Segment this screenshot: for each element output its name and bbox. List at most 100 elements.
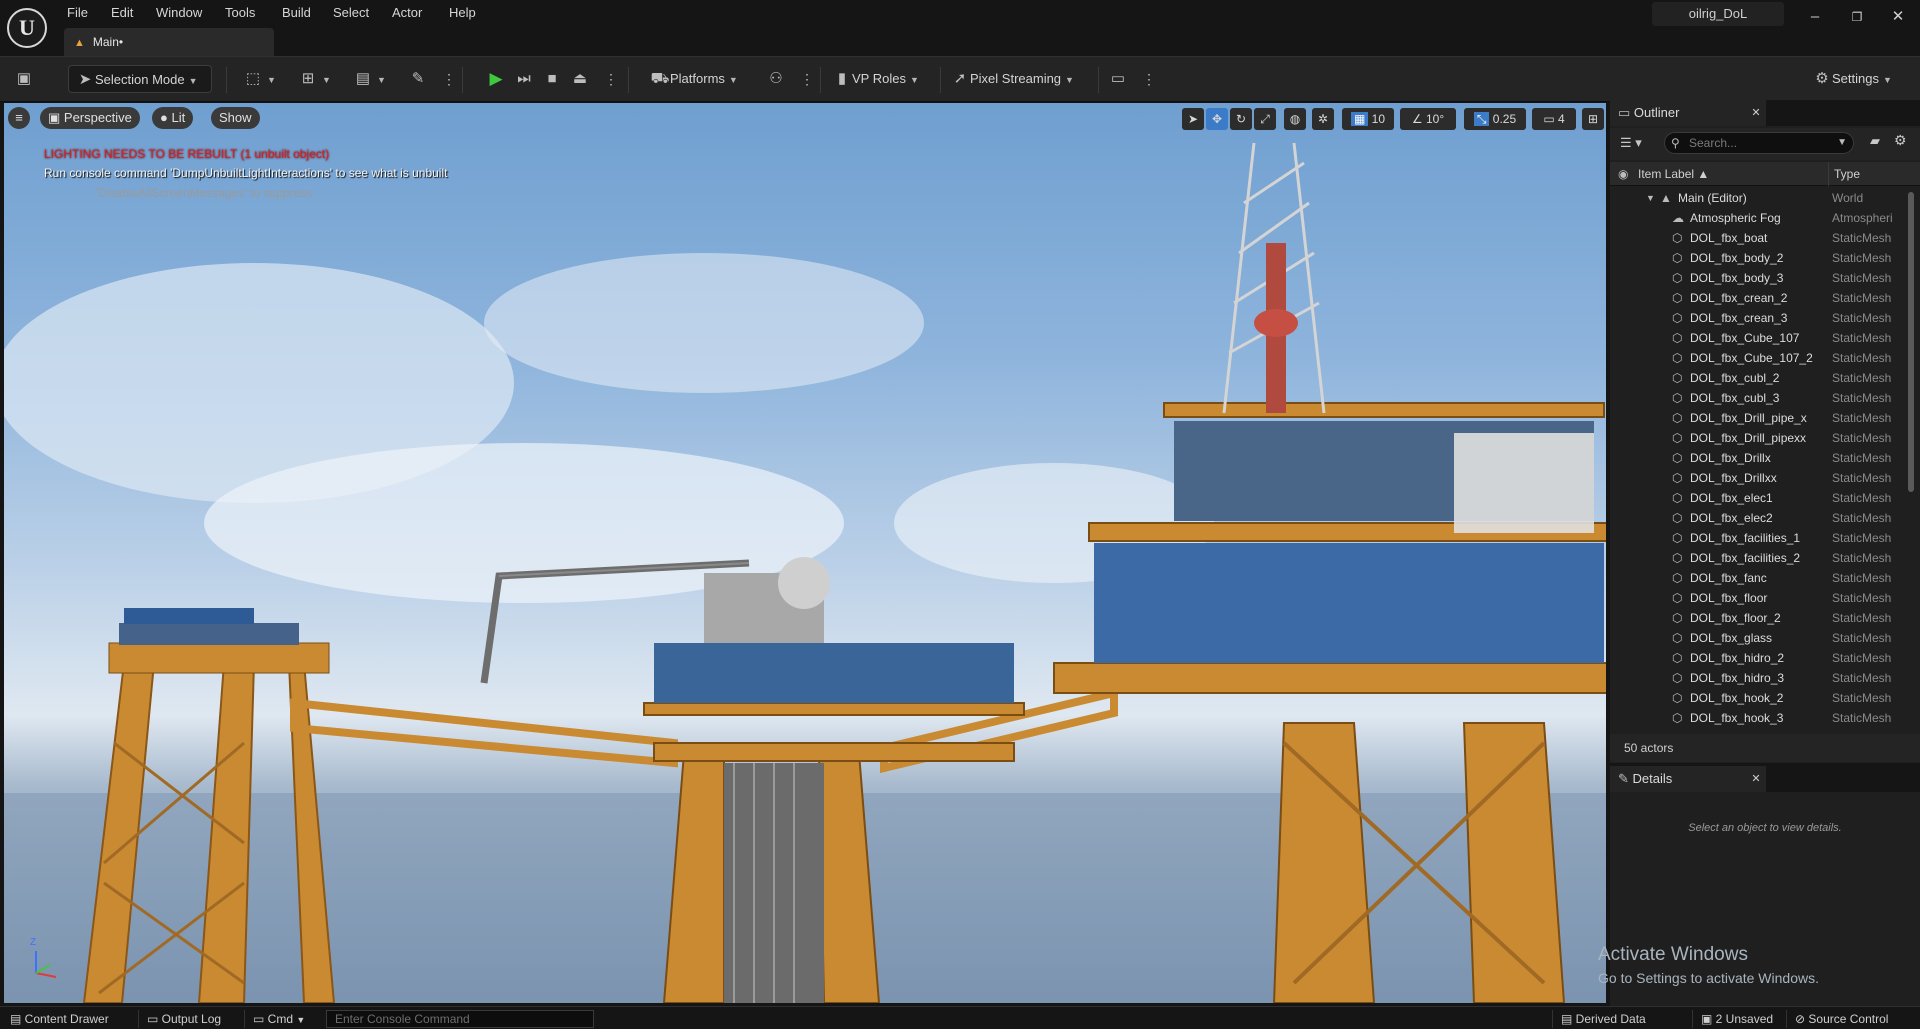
menu-build[interactable]: Build (282, 3, 311, 23)
item-label-column[interactable]: Item Label ▲ (1638, 162, 1709, 186)
console-command-input[interactable]: Enter Console Command (326, 1010, 594, 1028)
tree-row[interactable]: ⬡ DOL_fbx_hidro_3 StaticMesh (1610, 668, 1906, 688)
cinematics-button[interactable]: ▤ ▼ (353, 65, 391, 93)
unreal-logo-icon[interactable]: U (7, 8, 47, 48)
rotate-tool-icon[interactable]: ↻ (1230, 108, 1252, 130)
tree-row[interactable]: ⬡ DOL_fbx_boat StaticMesh (1610, 228, 1906, 248)
tree-row[interactable]: ⬡ DOL_fbx_facilities_2 StaticMesh (1610, 548, 1906, 568)
modes-button[interactable]: ✎ (408, 65, 430, 93)
derived-data-button[interactable]: ▤ Derived Data (1552, 1010, 1646, 1028)
tree-row[interactable]: ⬡ DOL_fbx_hidro_2 StaticMesh (1610, 648, 1906, 668)
tree-row[interactable]: ⬡ DOL_fbx_floor StaticMesh (1610, 588, 1906, 608)
tree-row-world[interactable]: ▼ ▲ Main (Editor) World (1610, 188, 1906, 208)
outliner-settings-gear-icon[interactable]: ⚙ (1894, 132, 1912, 154)
save-icon[interactable]: ▣ (14, 65, 38, 93)
scale-tool-icon[interactable]: ⤢ (1254, 108, 1276, 130)
lit-dropdown[interactable]: ● Lit (152, 107, 194, 129)
menu-window[interactable]: Window (156, 3, 202, 23)
menu-actor[interactable]: Actor (392, 3, 422, 23)
tree-row[interactable]: ⬡ DOL_fbx_fanc StaticMesh (1610, 568, 1906, 588)
tree-row[interactable]: ⬡ DOL_fbx_cubl_2 StaticMesh (1610, 368, 1906, 388)
maximize-viewport-icon[interactable]: ⊞ (1582, 108, 1604, 130)
level-viewport[interactable]: ≡ ▣ Perspective ● Lit Show ➤ ✥ ↻ ⤢ ◍ ✲ ▦… (4, 103, 1606, 1003)
menu-select[interactable]: Select (333, 3, 369, 23)
tree-row[interactable]: ⬡ DOL_fbx_body_3 StaticMesh (1610, 268, 1906, 288)
more-options-icon[interactable]: ⋮ (442, 65, 456, 93)
tree-row[interactable]: ⬡ DOL_fbx_crean_3 StaticMesh (1610, 308, 1906, 328)
viewport-menu-icon[interactable]: ≡ (8, 107, 30, 129)
restore-button[interactable]: ❐ (1842, 6, 1872, 28)
platforms-dropdown[interactable]: ⛟Platforms ▼ (650, 65, 750, 93)
blueprint-button[interactable]: ⊞ ▼ (298, 65, 336, 93)
search-dropdown-icon[interactable]: ▼ (1837, 133, 1847, 153)
rotation-snap-toggle[interactable]: ∠ 10° (1400, 108, 1456, 130)
details-close-icon[interactable]: ✕ (1746, 766, 1766, 792)
content-drawer-button[interactable]: ▤ Content Drawer (10, 1010, 109, 1028)
vp-people-button[interactable]: ⚇ (766, 65, 788, 93)
tab-outliner[interactable]: ▭ Outliner (1610, 100, 1766, 126)
sequencer-button[interactable]: ▭ (1108, 65, 1130, 93)
tree-row[interactable]: ⬡ DOL_fbx_floor_2 StaticMesh (1610, 608, 1906, 628)
menu-tools[interactable]: Tools (225, 3, 255, 23)
filter-icon[interactable]: ☰ ▾ (1620, 132, 1656, 154)
select-tool-icon[interactable]: ➤ (1182, 108, 1204, 130)
menu-file[interactable]: File (67, 3, 88, 23)
tree-row-type: StaticMesh (1832, 711, 1892, 725)
unsaved-button[interactable]: ▣ 2 Unsaved (1692, 1010, 1773, 1028)
menu-help[interactable]: Help (449, 3, 476, 23)
tab-details[interactable]: ✎ Details (1610, 766, 1766, 792)
world-local-icon[interactable]: ◍ (1284, 108, 1306, 130)
tree-row[interactable]: ⬡ DOL_fbx_hook_2 StaticMesh (1610, 688, 1906, 708)
outliner-close-icon[interactable]: ✕ (1746, 100, 1766, 126)
tree-row[interactable]: ⬡ DOL_fbx_facilities_1 StaticMesh (1610, 528, 1906, 548)
outliner-search-input[interactable]: ⚲ Search... ▼ (1664, 132, 1854, 154)
minimize-button[interactable]: – (1800, 6, 1830, 28)
tree-row[interactable]: ⬡ DOL_fbx_Cube_107_2 StaticMesh (1610, 348, 1906, 368)
tree-row[interactable]: ⬡ DOL_fbx_Drill_pipe_x StaticMesh (1610, 408, 1906, 428)
tree-row[interactable]: ⬡ DOL_fbx_body_2 StaticMesh (1610, 248, 1906, 268)
add-folder-icon[interactable]: ▰ (1870, 133, 1888, 155)
tree-row[interactable]: ⬡ DOL_fbx_Drillx StaticMesh (1610, 448, 1906, 468)
tab-main-level[interactable]: ▲ Main• (64, 28, 274, 56)
level-icon: ▲ (1660, 191, 1672, 205)
tree-row[interactable]: ⬡ DOL_fbx_Drillxx StaticMesh (1610, 468, 1906, 488)
tree-row[interactable]: ☁ Atmospheric Fog Atmospheri (1610, 208, 1906, 228)
settings-dropdown[interactable]: ⚙ Settings ▼ (1812, 65, 1912, 93)
visibility-eye-icon[interactable]: ◉ (1618, 162, 1628, 186)
pixel-streaming-dropdown[interactable]: ➚ Pixel Streaming ▼ (950, 65, 1086, 93)
collapse-arrow-icon[interactable]: ▼ (1646, 188, 1655, 208)
tree-row[interactable]: ⬡ DOL_fbx_cubl_3 StaticMesh (1610, 388, 1906, 408)
translate-tool-icon[interactable]: ✥ (1206, 108, 1228, 130)
source-control-button[interactable]: ⊘ Source Control (1786, 1010, 1888, 1028)
more-options-icon[interactable]: ⋮ (1142, 65, 1156, 93)
grid-snap-toggle[interactable]: ▦ 10 (1342, 108, 1394, 130)
add-actor-button[interactable]: ⬚ ▼ (243, 65, 281, 93)
surface-snap-icon[interactable]: ✲ (1312, 108, 1334, 130)
camera-speed-button[interactable]: ▭ 4 (1532, 108, 1576, 130)
tree-row[interactable]: ⬡ DOL_fbx_Cube_107 StaticMesh (1610, 328, 1906, 348)
cmd-dropdown[interactable]: ▭ Cmd ▼ (244, 1010, 305, 1028)
tree-row[interactable]: ⬡ DOL_fbx_glass StaticMesh (1610, 628, 1906, 648)
source-control-icon: ⊘ (1795, 1012, 1809, 1026)
selection-mode-dropdown[interactable]: ➤ Selection Mode ▼ (68, 65, 212, 93)
tree-row[interactable]: ⬡ DOL_fbx_elec2 StaticMesh (1610, 508, 1906, 528)
tree-row[interactable]: ⬡ DOL_fbx_hook_3 StaticMesh (1610, 708, 1906, 728)
tree-row[interactable]: ⬡ DOL_fbx_elec1 StaticMesh (1610, 488, 1906, 508)
more-options-icon[interactable]: ⋮ (800, 65, 814, 93)
menu-edit[interactable]: Edit (111, 3, 133, 23)
eject-button[interactable]: ⏏ (570, 65, 592, 93)
show-dropdown[interactable]: Show (211, 107, 260, 129)
stop-button[interactable]: ■ (542, 65, 564, 93)
type-column[interactable]: Type (1834, 162, 1860, 186)
perspective-dropdown[interactable]: ▣ Perspective (40, 107, 140, 129)
advance-frame-button[interactable]: ⏭ (514, 65, 536, 93)
output-log-button[interactable]: ▭ Output Log (138, 1010, 221, 1028)
play-options-icon[interactable]: ⋮ (604, 65, 618, 93)
close-button[interactable]: ✕ (1883, 6, 1913, 28)
play-button[interactable]: ▶ (486, 65, 508, 93)
tree-row[interactable]: ⬡ DOL_fbx_crean_2 StaticMesh (1610, 288, 1906, 308)
scale-snap-toggle[interactable]: ⤡ 0.25 (1464, 108, 1526, 130)
outliner-scrollbar[interactable] (1908, 192, 1914, 492)
vp-roles-dropdown[interactable]: ▮ VP Roles ▼ (832, 65, 930, 93)
tree-row[interactable]: ⬡ DOL_fbx_Drill_pipexx StaticMesh (1610, 428, 1906, 448)
